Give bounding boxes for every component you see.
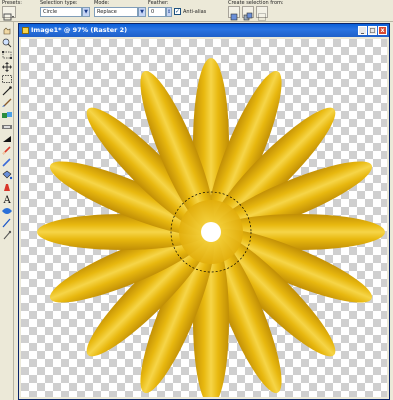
eraser-tool[interactable] <box>1 146 13 156</box>
selection-type-dropdown-icon[interactable]: ▼ <box>82 7 90 17</box>
clone-brush-tool[interactable] <box>1 110 13 120</box>
background-eraser-tool[interactable] <box>1 158 13 168</box>
feather-input[interactable]: 0 <box>148 7 166 17</box>
svg-text:A: A <box>3 195 12 204</box>
canvas-icon <box>258 13 266 21</box>
maximize-button[interactable]: □ <box>368 26 377 35</box>
selection-from-all-layers-button[interactable] <box>242 6 254 21</box>
preset-shape-tool[interactable] <box>1 206 13 216</box>
image-canvas[interactable] <box>21 39 387 397</box>
background-eraser-icon <box>2 158 11 167</box>
flower-image <box>37 58 385 397</box>
eraser-icon <box>2 146 11 155</box>
feather-spinner-icon[interactable]: ⇕ <box>166 7 172 17</box>
pan-tool[interactable] <box>1 26 13 36</box>
preset-shape-icon <box>2 208 12 214</box>
image-document-icon <box>22 27 29 34</box>
text-icon: A <box>3 195 12 204</box>
dropper-tool[interactable] <box>1 86 13 96</box>
flood-fill-tool[interactable] <box>1 170 13 180</box>
selection-type-label: Selection type: <box>40 0 78 6</box>
move-tool[interactable] <box>1 62 13 72</box>
warp-brush-icon <box>3 230 12 240</box>
paint-shop-pro-window: Presets: Selection type: Circle ▼ Mode: … <box>0 0 393 400</box>
toolbox: A <box>0 22 14 400</box>
clone-brush-icon <box>2 112 12 118</box>
selection-from-layer-button[interactable] <box>228 6 240 21</box>
scratch-remover-icon <box>2 125 12 129</box>
mode-dropdown-icon[interactable]: ▼ <box>138 7 146 17</box>
selection-tool[interactable] <box>1 74 13 84</box>
tool-options-bar: Presets: Selection type: Circle ▼ Mode: … <box>0 0 393 22</box>
layer-opaque-icon <box>230 13 238 21</box>
selection-from-canvas-button[interactable] <box>256 6 268 21</box>
text-tool[interactable]: A <box>1 194 13 204</box>
antialias-label: Anti-alias <box>183 9 207 15</box>
pen-icon <box>2 218 11 228</box>
dropper-icon <box>2 86 12 96</box>
picture-tube-tool[interactable] <box>1 182 13 192</box>
dodge-icon <box>3 136 11 142</box>
flower-hole <box>201 222 221 242</box>
minimize-button[interactable]: _ <box>358 26 367 35</box>
pen-tool[interactable] <box>1 218 13 228</box>
flood-fill-icon <box>2 170 13 180</box>
zoom-tool[interactable] <box>1 38 13 48</box>
document-title-bar[interactable]: Image1* @ 97% (Raster 2) _ □ x <box>19 24 389 37</box>
deform-tool[interactable] <box>1 50 13 60</box>
document-window: Image1* @ 97% (Raster 2) _ □ x <box>18 23 390 400</box>
selection-icon <box>2 75 12 83</box>
document-title: Image1* @ 97% (Raster 2) <box>31 26 128 34</box>
warp-brush-tool[interactable] <box>1 230 13 240</box>
zoom-icon <box>2 38 12 48</box>
selection-type-select[interactable]: Circle <box>40 7 82 17</box>
feather-label: Feather: <box>148 0 169 6</box>
mode-label: Mode: <box>94 0 110 6</box>
deform-icon <box>2 51 12 59</box>
presets-button[interactable] <box>2 6 16 21</box>
picture-tube-icon <box>4 184 10 191</box>
antialias-checkbox[interactable]: ✓ <box>174 8 181 15</box>
move-icon <box>2 62 12 72</box>
close-button[interactable]: x <box>378 26 387 35</box>
dodge-tool[interactable] <box>1 134 13 144</box>
layers-stack-icon <box>243 12 253 21</box>
mode-select[interactable]: Replace <box>94 7 138 17</box>
scratch-remover-tool[interactable] <box>1 122 13 132</box>
presets-icon <box>3 13 14 21</box>
paint-brush-icon <box>2 98 12 107</box>
paint-brush-tool[interactable] <box>1 98 13 108</box>
pan-icon <box>3 27 11 35</box>
